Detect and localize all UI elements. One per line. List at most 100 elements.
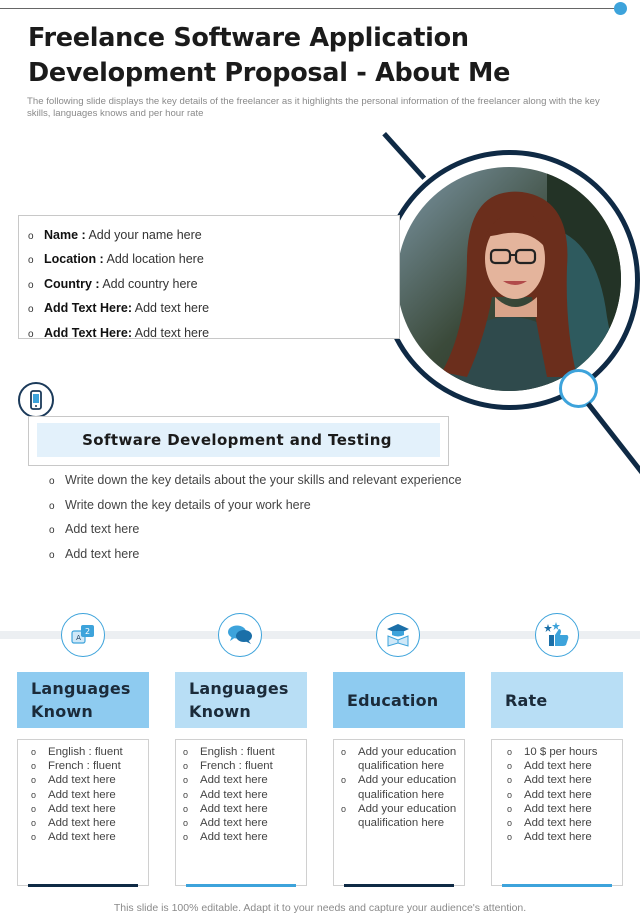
bullet: o <box>341 803 347 814</box>
top-rule <box>0 8 622 9</box>
bullet: o <box>183 803 189 814</box>
bullet: o <box>183 761 189 772</box>
bullet: o <box>31 789 37 800</box>
card-item-text: Add your education qualification here <box>358 746 457 773</box>
card-item-text: Add your education qualification here <box>358 802 457 830</box>
card-list-languages-1: o English : fluent o French : fluent o Add … <box>31 745 143 844</box>
bullet: o <box>28 328 34 340</box>
bullet: o <box>341 747 347 757</box>
svg-text:2: 2 <box>85 627 90 636</box>
bullet: o <box>507 775 513 786</box>
card-title-rate: Rate <box>491 672 623 728</box>
list-item: o English : fluent <box>31 745 143 759</box>
card-item-text: Add text here <box>200 788 268 801</box>
bullet: o <box>31 761 37 772</box>
card-item-text: Add text here <box>200 817 268 830</box>
list-item: o French : fluent <box>183 759 295 773</box>
card-item-text: Add text here <box>48 788 116 801</box>
card-item-text: Add your education qualification here <box>358 774 457 801</box>
card-accent-bar <box>28 884 138 887</box>
section-title: Software Development and Testing <box>82 431 392 449</box>
card-item-text: Add text here <box>524 774 592 787</box>
bullet: o <box>28 279 34 291</box>
bullet: o <box>183 789 189 800</box>
list-item: o Add text here <box>507 773 619 787</box>
list-item: o Add your education qualification here <box>341 745 457 773</box>
page-subtitle: The following slide displays the key det… <box>27 96 600 119</box>
card-title-line: Rate <box>505 690 548 710</box>
card-item-text: Add text here <box>524 802 592 815</box>
bullet: o <box>49 476 55 487</box>
bullet: o <box>31 775 37 786</box>
list-item: o Add text here <box>183 773 295 787</box>
profile-item-name: o Name : Add your name here <box>28 224 209 248</box>
card-item-text: Add text here <box>524 817 592 830</box>
card-item-text: English : fluent <box>200 746 275 758</box>
translate-icon: 2 A <box>61 613 105 657</box>
profile-label: Country : <box>44 276 100 291</box>
bullet: o <box>31 803 37 814</box>
skill-text: Write down the key details about the you… <box>65 473 462 487</box>
card-title-line: Education <box>347 690 439 710</box>
list-item: o French : fluent <box>31 759 143 773</box>
card-item-text: Add text here <box>524 760 592 773</box>
bullet: o <box>507 789 513 800</box>
list-item: o Add text here <box>183 802 295 816</box>
list-item: o Add text here <box>31 788 143 802</box>
card-list-rate: o 10 $ per hours o Add text here o Add text… <box>507 745 619 844</box>
bullet: o <box>31 818 37 829</box>
list-item: o 10 $ per hours <box>507 745 619 759</box>
card-list-education: o Add your education qualification here o… <box>341 745 457 830</box>
svg-text:A: A <box>76 634 81 642</box>
page-title: Freelance Software Application Developme… <box>28 23 511 88</box>
profile-item-country: o Country : Add country here <box>28 273 209 297</box>
skill-text: Write down the key details of your work … <box>65 497 311 512</box>
bullet: o <box>31 747 37 757</box>
card-item-text: 10 $ per hours <box>524 746 598 758</box>
bullet: o <box>31 832 37 843</box>
card-title-line: Languages <box>31 679 131 698</box>
card-item-text: Add text here <box>200 831 268 844</box>
card-item-text: Add text here <box>524 831 592 844</box>
list-item: o Add your education qualification here <box>341 773 457 801</box>
card-item-text: French : fluent <box>200 760 273 773</box>
card-item-text: Add text here <box>48 774 116 787</box>
bullet: o <box>49 500 55 512</box>
list-item: o Add your education qualification here <box>341 802 457 830</box>
bullet: o <box>507 747 513 757</box>
list-item: o Add text here <box>31 802 143 816</box>
skill-list: o Write down the key details about the yo… <box>49 469 462 568</box>
mobile-app-icon <box>18 382 54 418</box>
profile-label: Add Text Here: <box>44 301 132 316</box>
bullet: o <box>507 761 513 772</box>
list-item: o Add text here <box>183 816 295 830</box>
profile-item-extra-1: o Add Text Here: Add text here <box>28 297 209 321</box>
profile-label: Add Text Here: <box>44 325 132 340</box>
bullet: o <box>183 818 189 829</box>
card-item-text: Add text here <box>48 817 116 830</box>
list-item: o Add text here <box>31 830 143 844</box>
bullet: o <box>183 775 189 786</box>
list-item: o Add text here <box>507 788 619 802</box>
skill-text: Add text here <box>65 522 140 537</box>
list-item: o Add text here <box>507 830 619 844</box>
bullet: o <box>507 818 513 829</box>
magnifier-line-top <box>382 132 427 180</box>
list-item: o Add text here <box>31 773 143 787</box>
card-title-line: Known <box>31 702 93 721</box>
bullet: o <box>507 803 513 814</box>
list-item: o Add text here <box>507 759 619 773</box>
bullet: o <box>341 775 347 786</box>
profile-value: Add your name here <box>85 228 202 242</box>
list-item: o Add text here <box>183 788 295 802</box>
card-item-text: Add text here <box>48 802 116 815</box>
card-accent-bar <box>344 884 454 887</box>
bullet: o <box>507 832 513 843</box>
bullet: o <box>49 525 55 537</box>
list-item: o Add text here <box>507 802 619 816</box>
list-item: o Add text here <box>49 543 462 568</box>
list-item: o Add text here <box>507 816 619 830</box>
profile-value: Add country here <box>99 276 198 291</box>
card-item-text: Add text here <box>200 802 268 815</box>
card-list-languages-2: o English : fluent o French : fluent o Add … <box>183 745 295 844</box>
